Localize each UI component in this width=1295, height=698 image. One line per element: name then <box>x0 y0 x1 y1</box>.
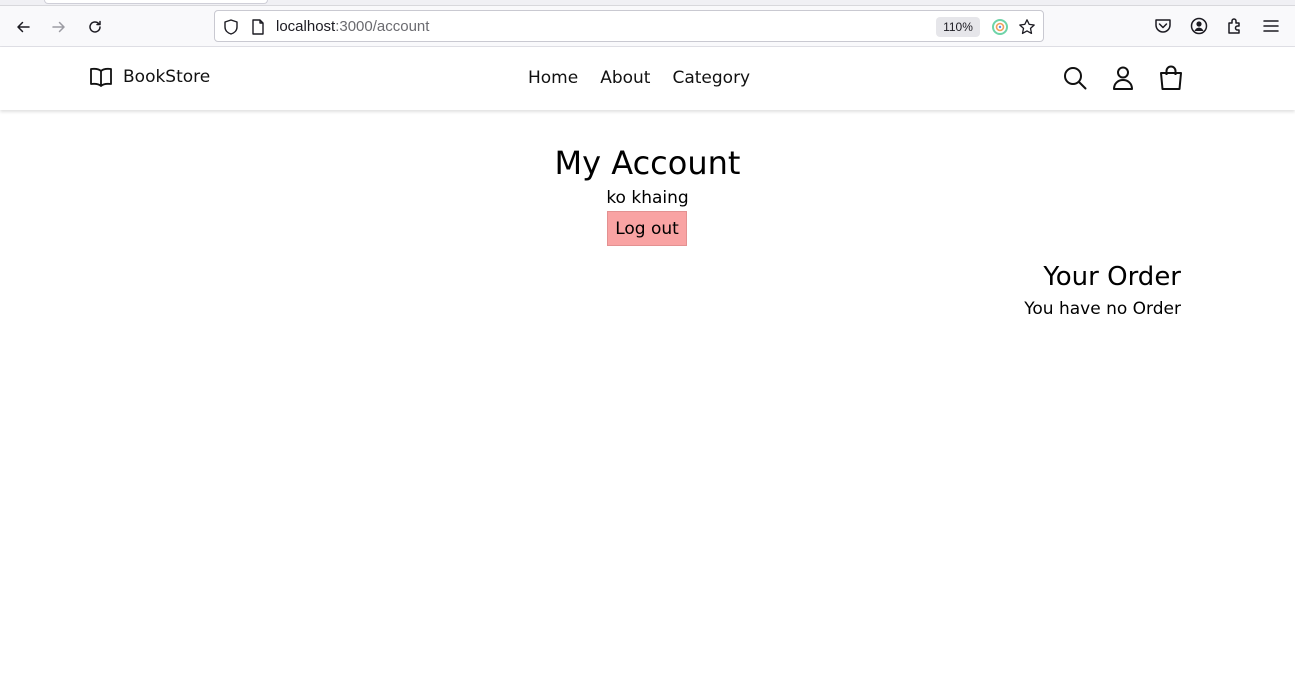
logout-button[interactable]: Log out <box>607 211 687 246</box>
account-icon[interactable] <box>1189 16 1209 36</box>
back-button[interactable] <box>9 13 37 41</box>
url-text[interactable]: localhost:3000/account <box>276 17 429 37</box>
bookmark-star-icon[interactable] <box>1018 18 1036 36</box>
page-title: My Account <box>554 144 741 182</box>
shopping-bag-icon[interactable] <box>1158 64 1184 92</box>
browser-toolbar: localhost:3000/account 110% <box>0 6 1295 47</box>
shield-icon[interactable] <box>222 18 240 36</box>
url-host: localhost <box>276 18 336 35</box>
page-icon <box>252 19 264 35</box>
zoom-level[interactable]: 110% <box>936 17 980 37</box>
arrow-right-icon <box>52 21 65 33</box>
brand-name: BookStore <box>123 67 211 87</box>
extensions-puzzle-icon[interactable] <box>1225 16 1245 36</box>
menu-icon[interactable] <box>1261 16 1281 36</box>
extension-icon[interactable] <box>991 18 1009 36</box>
active-tab[interactable] <box>44 0 268 4</box>
pocket-icon[interactable] <box>1153 16 1173 36</box>
arrow-left-icon <box>17 21 30 33</box>
url-bar[interactable]: localhost:3000/account 110% <box>214 10 1044 42</box>
orders-empty-message: You have no Order <box>1024 299 1181 319</box>
account-username: ko khaing <box>606 188 689 208</box>
search-icon[interactable] <box>1062 64 1088 92</box>
site-header: BookStore Home About Category <box>0 47 1295 110</box>
brand-link[interactable]: BookStore <box>89 66 210 88</box>
open-book-icon <box>90 67 112 87</box>
user-icon[interactable] <box>1110 64 1136 92</box>
nav-home[interactable]: Home <box>528 68 578 88</box>
url-path: :3000/account <box>335 18 430 35</box>
forward-button[interactable] <box>45 13 73 41</box>
nav-about[interactable]: About <box>600 68 650 88</box>
reload-button[interactable] <box>81 13 109 41</box>
main-nav: Home About Category <box>528 68 772 88</box>
reload-icon <box>89 20 101 33</box>
orders-heading: Your Order <box>1043 262 1181 292</box>
nav-category[interactable]: Category <box>672 68 750 88</box>
